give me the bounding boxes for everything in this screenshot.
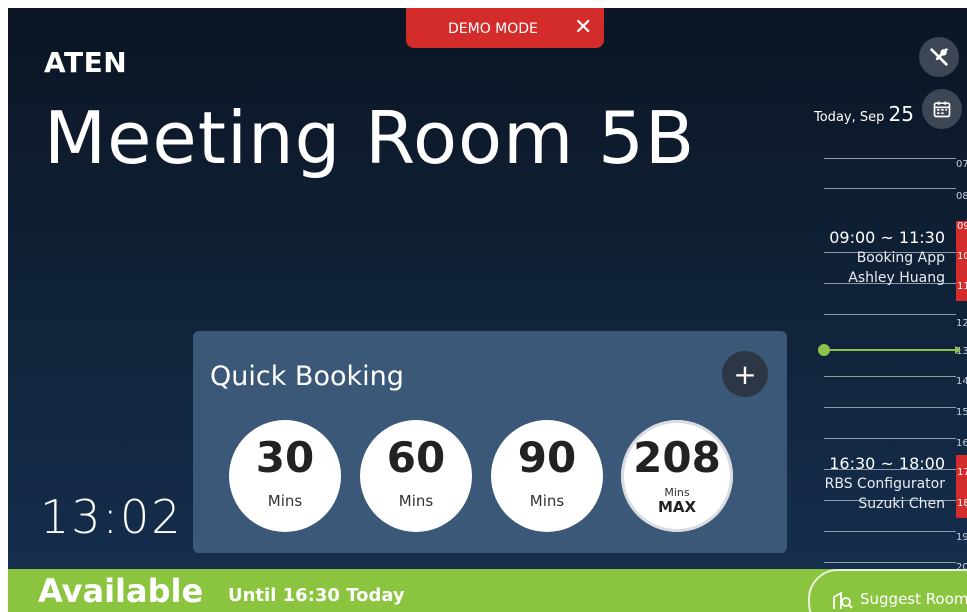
booking-subject: RBS Configurator: [824, 476, 945, 492]
booking-marker: 09 10 11: [956, 221, 967, 301]
status-bar: Available Until 16:30 Today Suggest Room: [8, 569, 967, 612]
duration-unit: Mins: [398, 492, 434, 510]
date-day: 25: [888, 102, 914, 126]
hour-rule: [824, 376, 956, 377]
booking-organizer: Suzuki Chen: [858, 496, 945, 512]
booking-time: 09:00 ~ 11:30: [829, 228, 945, 247]
current-time-line: [824, 349, 958, 351]
add-booking-button[interactable]: +: [722, 351, 768, 397]
hour-label: 19: [956, 532, 967, 543]
booking-item[interactable]: 16:30 ~ 18:00 RBS Configurator Suzuki Ch…: [825, 454, 945, 514]
room-search-icon: [833, 591, 853, 609]
quick-booking-panel: Quick Booking + 30 Mins 60 Mins 90 Mins …: [193, 331, 787, 553]
hour-rule: [824, 158, 956, 159]
demo-mode-banner: DEMO MODE ✕: [406, 8, 604, 48]
schedule-timeline[interactable]: 07 08 09 10 11 12 13 14 15 16 17 18 19 2…: [818, 158, 967, 578]
current-time-arrow: [955, 346, 961, 354]
booking-marker: 17 18: [956, 455, 967, 518]
demo-mode-label: DEMO MODE: [448, 21, 538, 37]
booking-item[interactable]: 09:00 ~ 11:30 Booking App Ashley Huang: [829, 228, 945, 288]
duration-value: 60: [386, 433, 446, 482]
hour-rule: [824, 438, 956, 439]
room-name: Meeting Room 5B: [44, 96, 696, 180]
hour-label: 14: [956, 376, 967, 387]
quick-booking-90-button[interactable]: 90 Mins: [491, 420, 603, 532]
hour-label: 18: [957, 498, 967, 509]
suggest-room-button[interactable]: Suggest Room: [808, 569, 967, 612]
hour-label: 15: [956, 407, 967, 418]
schedule-date: Today, Sep 25: [814, 102, 914, 126]
duration-max-label: MAX: [657, 498, 697, 516]
hour-label: 10: [957, 251, 967, 262]
quick-booking-60-button[interactable]: 60 Mins: [360, 420, 472, 532]
current-time: 13:02: [40, 490, 183, 544]
booking-time: 16:30 ~ 18:00: [829, 454, 945, 473]
duration-value: 90: [517, 433, 577, 482]
hour-label: 11: [957, 281, 967, 292]
hour-rule: [824, 531, 956, 532]
duration-unit: Mins: [529, 492, 565, 510]
booking-organizer: Ashley Huang: [848, 270, 945, 286]
calendar-icon: [933, 101, 951, 118]
close-icon[interactable]: ✕: [574, 17, 592, 39]
duration-value: 208: [633, 433, 721, 482]
quick-booking-title: Quick Booking: [210, 361, 404, 392]
quick-booking-max-button[interactable]: 208 Mins MAX: [621, 420, 733, 532]
quick-booking-30-button[interactable]: 30 Mins: [229, 420, 341, 532]
tools-button[interactable]: [919, 37, 959, 77]
hour-label: 12: [956, 318, 967, 329]
date-prefix: Today, Sep: [814, 110, 885, 125]
duration-value: 30: [255, 433, 315, 482]
hour-rule: [824, 407, 956, 408]
hour-rule: [824, 188, 956, 189]
hour-label: 08: [956, 191, 967, 202]
hour-label: 16: [956, 438, 967, 449]
duration-unit: Mins: [267, 492, 303, 510]
room-display-screen: DEMO MODE ✕ ATEN Meeting Room 5B Today, …: [8, 8, 967, 612]
suggest-room-label: Suggest Room: [860, 590, 967, 608]
plus-icon: +: [733, 357, 757, 391]
status-label: Available: [38, 572, 204, 610]
hour-label: 09: [957, 221, 967, 232]
hour-rule: [824, 314, 956, 315]
calendar-button[interactable]: [922, 89, 962, 129]
status-until: Until 16:30 Today: [228, 585, 405, 606]
hour-label: 17: [957, 467, 967, 478]
booking-subject: Booking App: [856, 250, 945, 266]
brand-logo: ATEN: [44, 46, 128, 79]
hour-label: 07: [956, 159, 967, 170]
tools-icon: [930, 48, 948, 66]
hour-rule: [824, 562, 956, 563]
